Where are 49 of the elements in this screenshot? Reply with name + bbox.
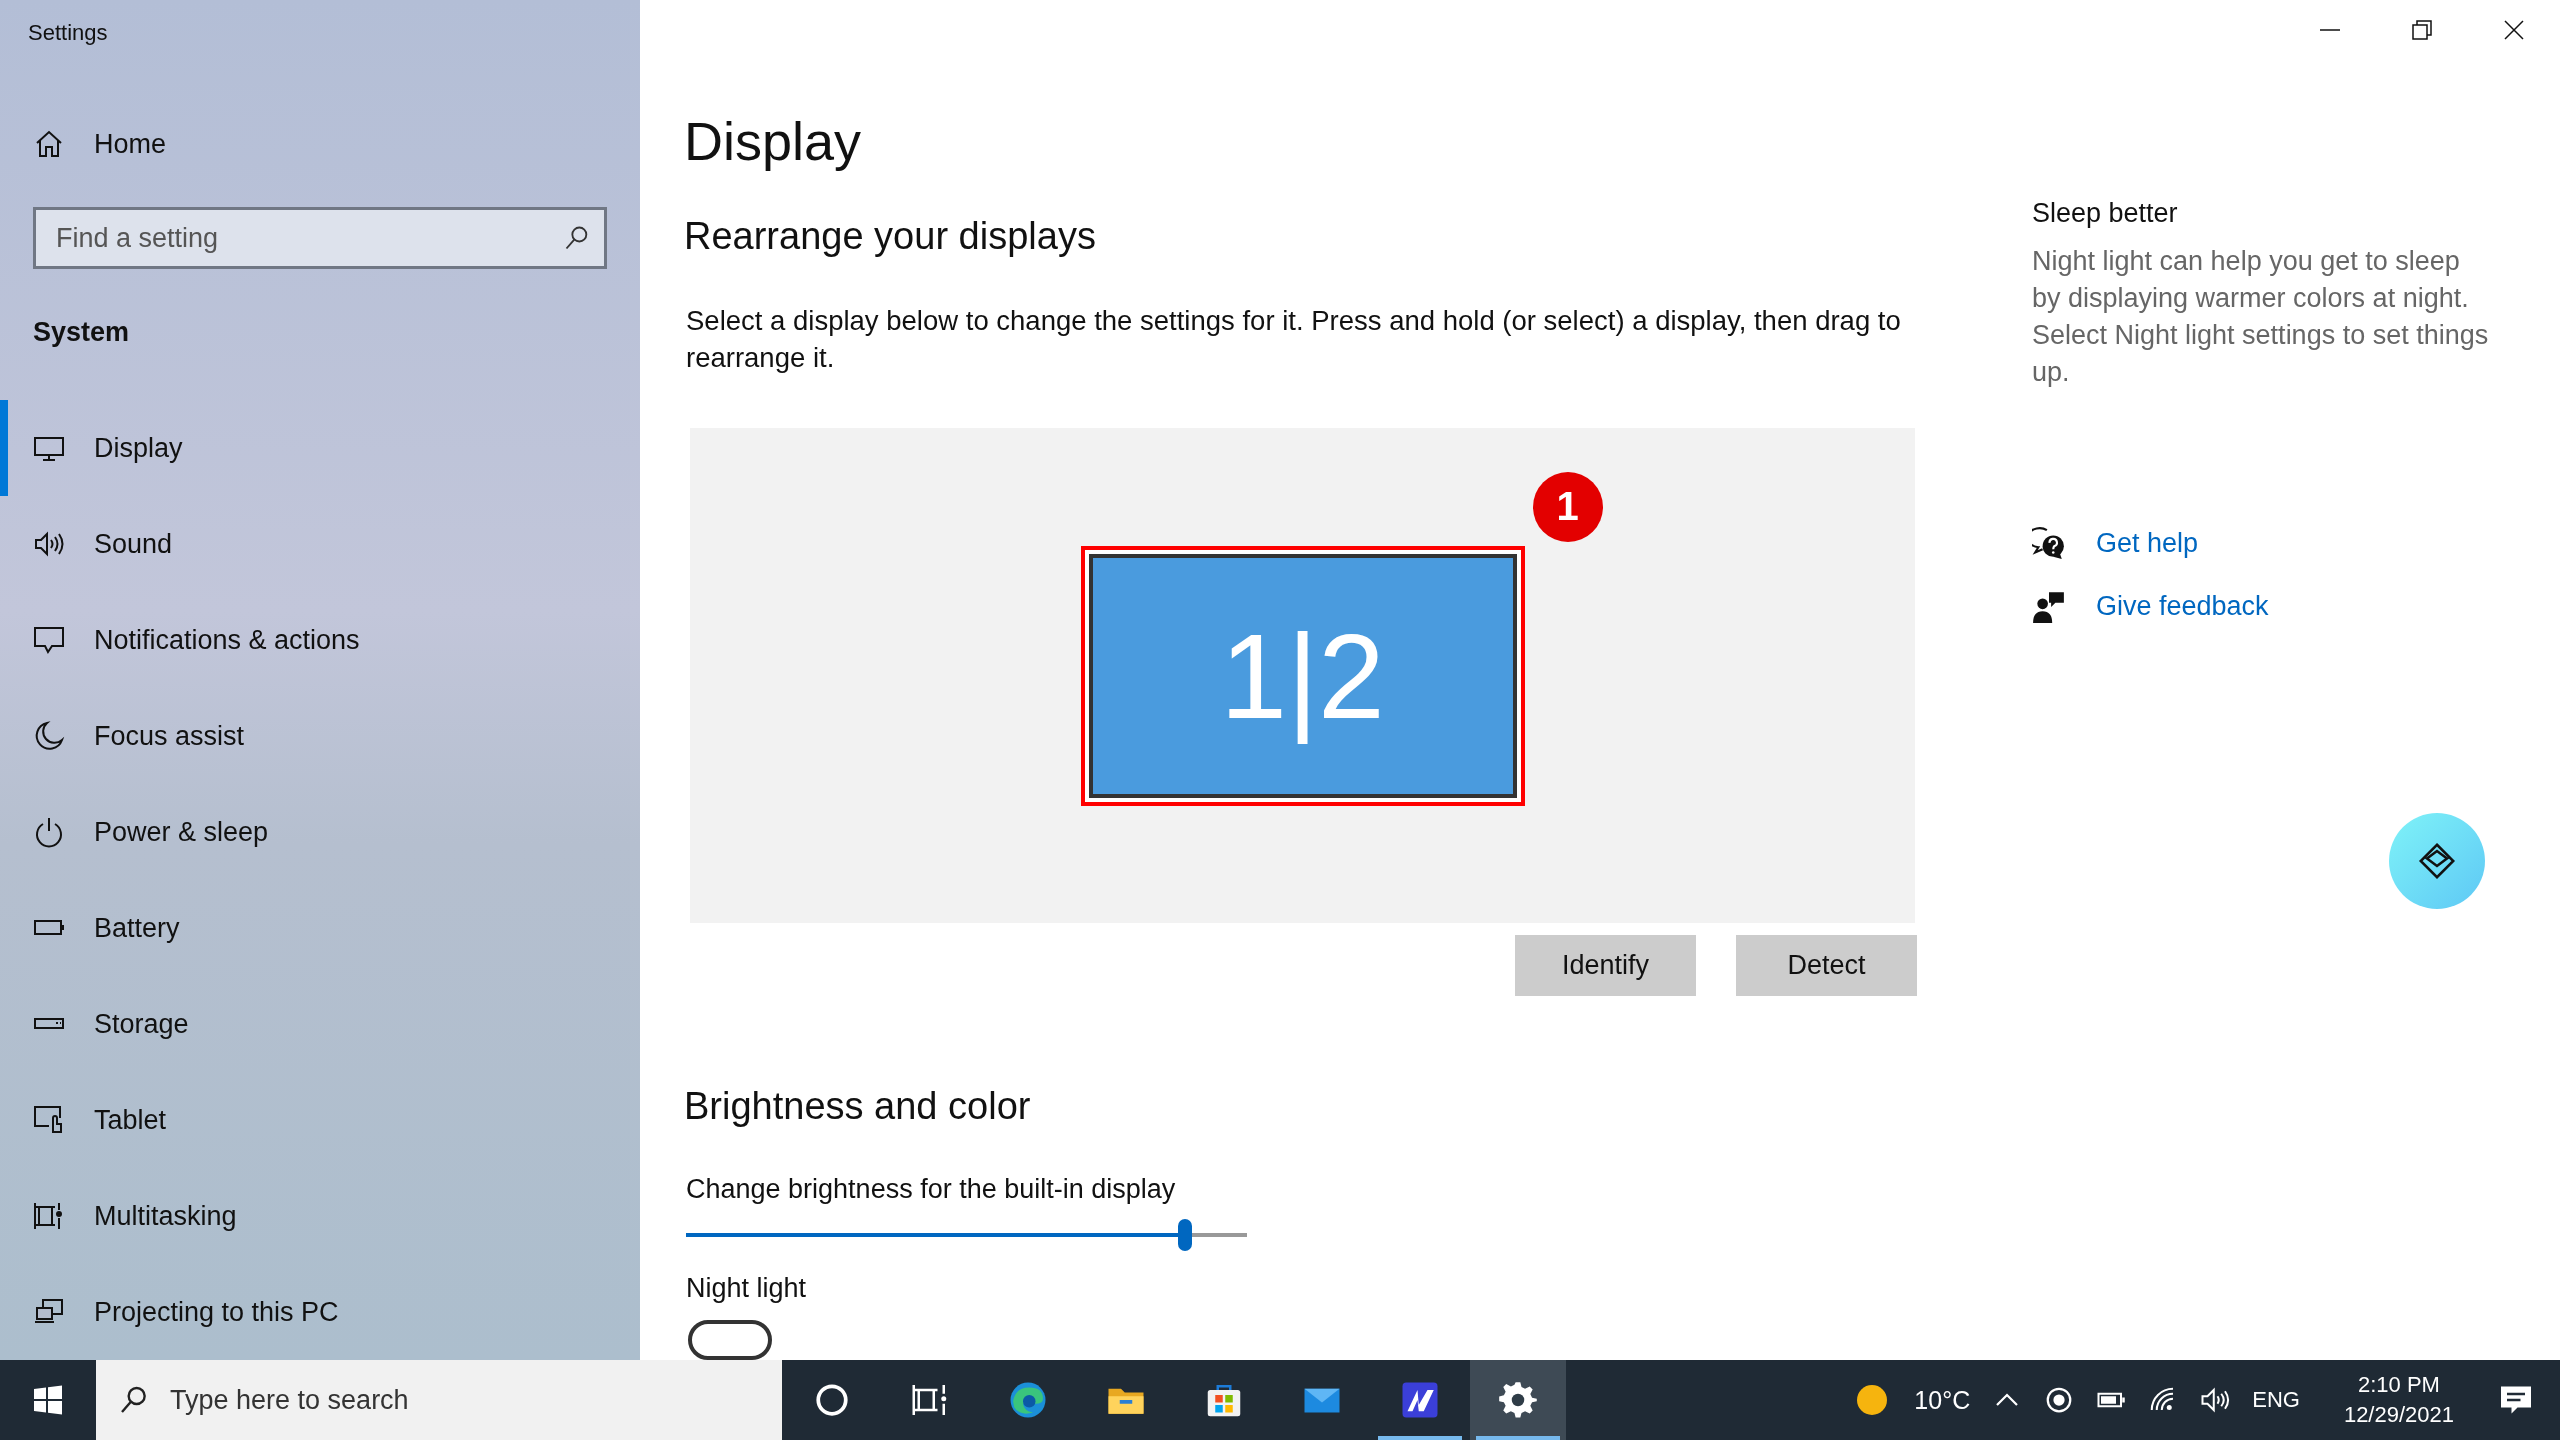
multitasking-icon	[33, 1200, 65, 1232]
identify-button[interactable]: Identify	[1515, 935, 1696, 996]
feedback-person-icon	[2032, 589, 2066, 624]
section-heading: System	[32, 316, 131, 349]
detect-button[interactable]: Detect	[1736, 935, 1917, 996]
notifications-icon	[33, 624, 65, 656]
tablet-icon	[33, 1104, 65, 1136]
nav-item[interactable]: Notifications & actions	[0, 592, 640, 688]
nav-item[interactable]: Tablet	[0, 1072, 640, 1168]
number-badge: 1	[1532, 471, 1603, 542]
tip-heading: Sleep better	[2032, 198, 2178, 229]
window-title: Settings	[27, 19, 109, 47]
close-icon[interactable]	[2502, 18, 2526, 42]
slider-label: Change brightness for the built-in display	[685, 1174, 1176, 1205]
nav-item[interactable]: Display	[0, 400, 640, 496]
page-title: Display	[684, 110, 862, 173]
nav-item[interactable]: Battery	[0, 880, 640, 976]
start-icon[interactable]	[32, 1384, 64, 1416]
nav-item[interactable]: Storage	[0, 976, 640, 1072]
night-light-toggle[interactable]	[688, 1320, 772, 1360]
gear-icon	[1498, 1380, 1538, 1420]
app-logo-icon	[1400, 1380, 1440, 1420]
link[interactable]: Give feedback	[2096, 591, 2269, 622]
section-heading: Rearrange your displays	[684, 214, 1096, 259]
clock[interactable]: 2:10 PM 12/29/2021	[2343, 1370, 2454, 1430]
taskbar-app[interactable]	[1470, 1360, 1566, 1440]
cube-icon	[2417, 841, 2457, 881]
brightness-slider[interactable]	[686, 1219, 1247, 1251]
search-field[interactable]: Find a setting	[33, 207, 607, 269]
nav-item[interactable]: Sound	[0, 496, 640, 592]
description-text: Select a display below to change the settings for it. Press and hold (or select) a display, then drag to rearrange it.	[685, 304, 1902, 375]
focus-icon	[33, 720, 65, 752]
home-item[interactable]: Home	[0, 111, 283, 177]
section-heading: Brightness and color	[684, 1084, 1031, 1129]
language-indicator[interactable]: ENG	[2252, 1387, 2300, 1413]
link[interactable]: Get help	[2096, 528, 2199, 559]
swirl-icon	[1008, 1380, 1048, 1420]
taskbar-search-field[interactable]: Type here to search	[96, 1360, 782, 1440]
help-chat-icon	[2032, 526, 2066, 561]
night-light-label: Night light	[685, 1273, 807, 1304]
nav-item[interactable]: Multitasking	[0, 1168, 640, 1264]
nav-item[interactable]: Projecting to this PC	[0, 1264, 640, 1360]
nav-item[interactable]: Focus assist	[0, 688, 640, 784]
temperature[interactable]: 10°C	[1914, 1385, 1971, 1415]
restore-icon[interactable]	[2410, 18, 2434, 42]
power-icon	[33, 816, 65, 848]
tip-text: Night light can help you get to sleep by displaying warmer colors at night. Select Night light settings to set things up.	[2032, 245, 2490, 389]
nav-item[interactable]: Power & sleep	[0, 784, 640, 880]
speaker-icon[interactable]	[2200, 1385, 2231, 1415]
